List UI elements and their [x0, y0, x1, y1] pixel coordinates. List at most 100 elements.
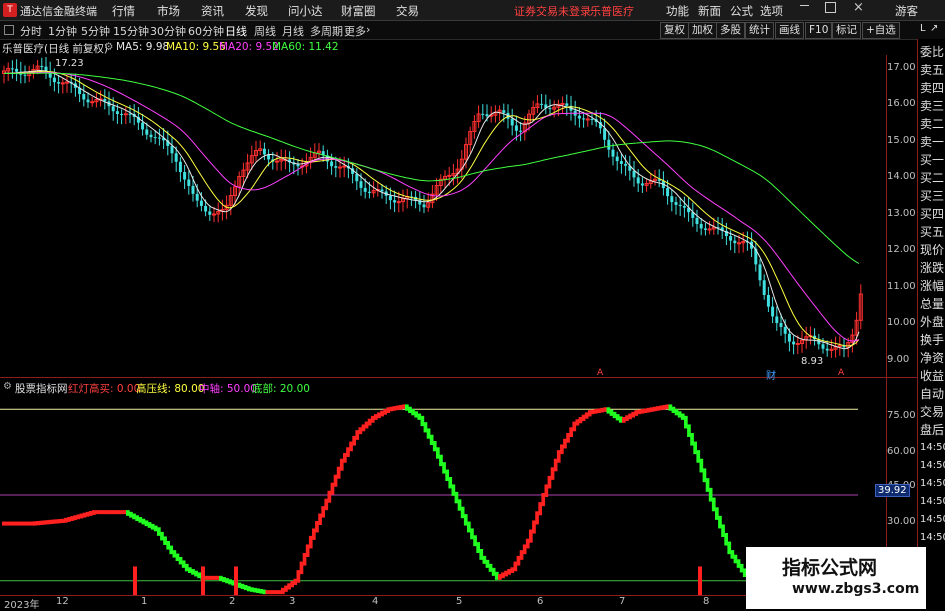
- user-guest[interactable]: 游客: [895, 3, 918, 19]
- menu-xuanxiang[interactable]: 选项: [760, 3, 783, 19]
- side-item-17[interactable]: 净资: [920, 349, 945, 367]
- watermark-url: www.zbgs3.com: [792, 581, 920, 597]
- side-item-18[interactable]: 收益: [920, 367, 945, 385]
- candle-body: [682, 205, 686, 208]
- btn-zixuan[interactable]: +自选: [862, 22, 900, 39]
- menu-zixun[interactable]: 资讯: [201, 3, 224, 19]
- btn-duogu[interactable]: 多股: [716, 22, 745, 39]
- candle-body: [149, 134, 153, 138]
- tab-weekly[interactable]: 周线: [254, 23, 276, 39]
- side-item-6[interactable]: 买一: [920, 151, 945, 169]
- event-marker-a[interactable]: A: [597, 368, 603, 378]
- side-item-21[interactable]: 盘后: [920, 421, 945, 439]
- y-tick-14: 14.00: [887, 171, 916, 182]
- ma5-line: [3, 69, 860, 350]
- pin-arrow-icon[interactable]: ↗: [930, 23, 938, 34]
- btn-jiaquan[interactable]: 加权: [688, 22, 717, 39]
- candle-body: [636, 177, 640, 184]
- menu-wenxiaoda[interactable]: 问小达: [288, 3, 323, 19]
- tab-1min[interactable]: 1分钟: [48, 23, 77, 39]
- btn-tongji[interactable]: 统计: [745, 22, 774, 39]
- btn-huaxian[interactable]: 画线: [775, 22, 804, 39]
- side-item-20[interactable]: 交易: [920, 403, 945, 421]
- maximize-icon[interactable]: [825, 2, 836, 13]
- side-item-10[interactable]: 买五: [920, 223, 945, 241]
- side-item-3[interactable]: 卖三: [920, 97, 945, 115]
- side-item-27[interactable]: 14:50: [920, 529, 945, 547]
- side-item-19[interactable]: 自动: [920, 385, 945, 403]
- menu-xinmian[interactable]: 新面: [698, 3, 721, 19]
- side-item-23[interactable]: 14:50: [920, 457, 945, 475]
- cai-marker[interactable]: 财: [766, 367, 776, 382]
- side-item-24[interactable]: 14:50: [920, 475, 945, 493]
- side-item-14[interactable]: 总量: [920, 295, 945, 313]
- tab-more[interactable]: 更多: [344, 23, 366, 39]
- candle-body: [514, 125, 518, 131]
- side-item-5[interactable]: 卖一: [920, 133, 945, 151]
- side-item-7[interactable]: 买二: [920, 169, 945, 187]
- side-item-22[interactable]: 14:50: [920, 439, 945, 457]
- menu-faxian[interactable]: 发现: [245, 3, 268, 19]
- side-item-9[interactable]: 买四: [920, 205, 945, 223]
- side-item-4[interactable]: 卖二: [920, 115, 945, 133]
- indicator-gear-icon[interactable]: ⚙: [3, 381, 12, 392]
- side-item-13[interactable]: 涨幅: [920, 277, 945, 295]
- side-item-12[interactable]: 涨跌: [920, 259, 945, 277]
- menu-hangqing[interactable]: 行情: [112, 3, 135, 19]
- btn-fuquan[interactable]: 复权: [660, 22, 689, 39]
- tab-60min[interactable]: 60分钟: [188, 23, 224, 39]
- app-name: 通达信金融终端: [20, 5, 97, 18]
- btn-biaoji[interactable]: 标记: [832, 22, 861, 39]
- candlestick-chart[interactable]: [0, 55, 886, 377]
- side-item-11[interactable]: 现价: [920, 241, 945, 259]
- tab-15min[interactable]: 15分钟: [113, 23, 149, 39]
- settings-gear-icon[interactable]: ⚙: [104, 41, 113, 53]
- candle-body: [674, 202, 678, 205]
- close-icon[interactable]: ×: [853, 0, 864, 15]
- side-item-8[interactable]: 买三: [920, 187, 945, 205]
- event-marker-b[interactable]: A: [838, 368, 844, 378]
- candle-body: [396, 201, 401, 204]
- candle-body: [699, 223, 703, 229]
- pin-label[interactable]: L: [920, 23, 926, 34]
- toolbar-square-icon[interactable]: [4, 25, 14, 35]
- tab-multi-period[interactable]: 多周期: [310, 23, 343, 39]
- side-item-2[interactable]: 卖四: [920, 79, 945, 97]
- menu-jiaoyi[interactable]: 交易: [396, 3, 419, 19]
- menu-gongneng[interactable]: 功能: [666, 3, 689, 19]
- tab-5min[interactable]: 5分钟: [81, 23, 110, 39]
- side-item-0[interactable]: 委比: [920, 43, 945, 61]
- candle-body: [183, 172, 187, 180]
- side-item-1[interactable]: 卖五: [920, 61, 945, 79]
- x-label-feb: 2: [229, 596, 236, 607]
- candle-body: [57, 82, 61, 84]
- side-item-25[interactable]: 14:50: [920, 493, 945, 511]
- candle-body: [367, 191, 371, 193]
- side-item-15[interactable]: 外盘: [920, 313, 945, 331]
- candle-body: [355, 173, 359, 182]
- candle-body: [695, 217, 699, 224]
- candle-body: [624, 163, 628, 166]
- tab-30min[interactable]: 30分钟: [150, 23, 186, 39]
- y-tick-17: 17.00: [887, 62, 916, 73]
- btn-f10[interactable]: F10: [805, 22, 833, 39]
- tab-fenshi[interactable]: 分时: [20, 23, 42, 39]
- indicator-name[interactable]: 股票指标网: [15, 381, 68, 396]
- side-item-26[interactable]: 14:50: [920, 511, 945, 529]
- tab-daily[interactable]: 日线: [225, 23, 247, 39]
- side-item-16[interactable]: 换手: [920, 331, 945, 349]
- trade-login-alert[interactable]: 证券交易未登录: [514, 3, 591, 19]
- menu-caifuquan[interactable]: 财富圈: [341, 3, 376, 19]
- candle-body: [393, 200, 397, 203]
- candle-body: [548, 108, 552, 110]
- candle-body: [52, 77, 56, 83]
- candle-body: [565, 103, 569, 106]
- ind-y-tick-60: 60.00: [887, 446, 916, 457]
- minimize-icon[interactable]: [800, 5, 809, 6]
- candle-body: [666, 188, 670, 197]
- menu-gongshi[interactable]: 公式: [730, 3, 753, 19]
- menu-shichang[interactable]: 市场: [157, 3, 180, 19]
- tab-monthly[interactable]: 月线: [282, 23, 304, 39]
- more-arrow-icon[interactable]: ›: [366, 23, 370, 36]
- candle-body: [128, 113, 132, 115]
